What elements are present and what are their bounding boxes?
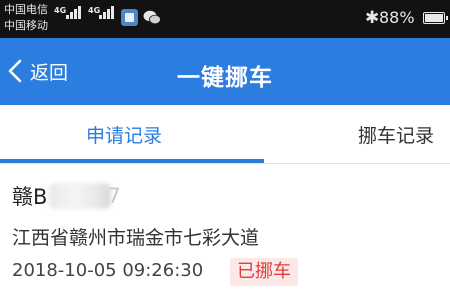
license-plate: 赣B 7 [12,181,121,211]
battery-icon [423,12,448,24]
bluetooth-icon: ✱ [365,8,380,28]
app-header: 返回 一键挪车 [0,38,450,105]
signal-icon [99,5,117,19]
signal-icon [66,5,84,19]
tab-bar: 申请记录 挪车记录 [0,105,450,163]
network-type-1: 4G [54,6,67,15]
timestamp: 2018-10-05 09:26:30 [12,260,204,281]
license-plate-prefix: 赣B [12,185,48,209]
status-bar: 中国电信 中国移动 4G 4G ✱ 88% [0,0,450,38]
redacted-plate-number [49,183,112,209]
carrier-1-label: 中国电信 [4,3,48,16]
wechat-icon [143,10,161,25]
list-item[interactable]: 赣B 7 江西省赣州市瑞金市七彩大道 2018-10-05 09:26:30 已… [0,164,450,300]
carrier-2-label: 中国移动 [4,19,48,32]
address-text: 江西省赣州市瑞金市七彩大道 [12,227,260,249]
tab-apply-records[interactable]: 申请记录 [86,105,162,163]
page-title: 一键挪车 [177,65,273,91]
battery-percentage: 88% [379,8,415,27]
tab-move-records[interactable]: 挪车记录 [358,105,434,163]
status-badge: 已挪车 [230,258,298,286]
app-notification-icon [121,9,138,26]
